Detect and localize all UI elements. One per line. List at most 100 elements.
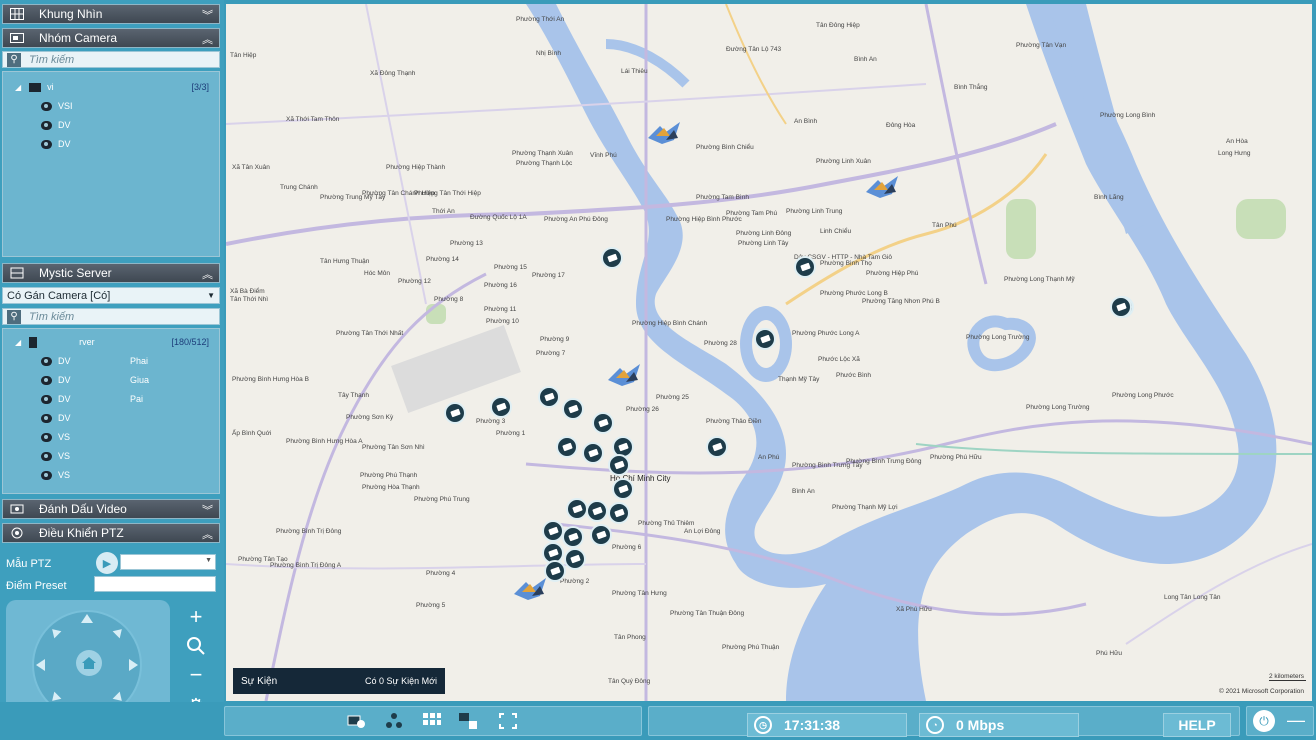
tree-item[interactable]: VS <box>41 468 70 482</box>
camera-marker[interactable] <box>556 436 578 458</box>
map-label: Ấp Bình Quới <box>232 430 272 437</box>
map-label: Phường 17 <box>532 272 565 279</box>
gauge-icon: ◔ <box>926 716 944 734</box>
camera-marker[interactable] <box>608 454 630 476</box>
arrow-left-icon[interactable] <box>36 659 45 671</box>
camera-marker[interactable] <box>566 498 588 520</box>
chevron-down-icon[interactable]: ︾ <box>202 502 213 518</box>
map-label: Phường Thạnh Mỹ Lợi <box>832 504 898 511</box>
view-tools-group <box>224 706 642 736</box>
tree-item[interactable]: DV Phai <box>41 354 148 368</box>
map-label: Lái Thiêu <box>621 68 648 75</box>
camera-cluster-icon[interactable] <box>864 172 900 200</box>
camera-icon <box>41 470 52 480</box>
arrow-up-left-icon[interactable] <box>48 625 62 639</box>
dropdown-arrow-icon[interactable]: ▼ <box>205 557 212 564</box>
tree-item[interactable]: DV <box>41 411 71 425</box>
cluster-icon[interactable] <box>383 711 405 731</box>
dropdown-arrow-icon[interactable]: ▼ <box>207 291 215 300</box>
tree-item[interactable]: VSI <box>41 99 73 113</box>
map-label: Phường Hiệp Thành <box>386 164 446 171</box>
arrow-up-icon[interactable] <box>81 614 93 623</box>
home-icon[interactable] <box>76 650 102 676</box>
tree-root-group[interactable]: ◢ vi <box>15 80 54 94</box>
camera-marker[interactable] <box>601 247 623 269</box>
camera-group-panel-header[interactable]: Nhóm Camera ︽ <box>2 28 220 48</box>
tree-item[interactable]: DV Pai <box>41 392 143 406</box>
camera-cluster-icon[interactable] <box>606 360 642 388</box>
ptz-panel-header[interactable]: Điều Khiển PTZ ︽ <box>2 523 220 543</box>
map-label: Xã Tân Xuân <box>232 164 270 171</box>
ptz-preset-input[interactable] <box>94 576 216 592</box>
map-label: Phường Hòa Thạnh <box>362 484 420 491</box>
camera-marker[interactable] <box>538 386 560 408</box>
camera-marker[interactable] <box>590 524 612 546</box>
camera-marker[interactable] <box>582 442 604 464</box>
camera-marker[interactable] <box>490 396 512 418</box>
zoom-out-icon[interactable]: − <box>184 664 208 686</box>
map-label: Tân Thới Nhì <box>230 296 269 303</box>
tree-item[interactable]: DV Giua <box>41 373 149 387</box>
camera-marker[interactable] <box>1110 296 1132 318</box>
view-panel-header[interactable]: Khung Nhìn ︾ <box>2 4 220 24</box>
video-bookmark-panel-header[interactable]: Đánh Dấu Video ︾ <box>2 499 220 519</box>
camera-marker[interactable] <box>564 548 586 570</box>
tree-item[interactable]: VS <box>41 449 70 463</box>
camera-search-input[interactable]: ⚲ Tìm kiếm <box>2 51 220 68</box>
camera-cluster-icon[interactable] <box>646 118 682 146</box>
camera-marker[interactable] <box>612 478 634 500</box>
arrow-up-right-icon[interactable] <box>112 625 126 639</box>
chevron-down-icon[interactable]: ︾ <box>202 7 213 23</box>
camera-marker[interactable] <box>542 520 564 542</box>
tree-item-suffix: Pai <box>130 394 144 404</box>
ptz-icon <box>9 526 25 540</box>
tree-item[interactable]: DV <box>41 137 71 151</box>
camera-icon <box>41 394 52 404</box>
map-label: Phường Hiệp Phú <box>866 270 919 277</box>
layout-select-icon[interactable] <box>457 711 479 731</box>
zoom-in-icon[interactable]: + <box>184 606 208 628</box>
camera-marker[interactable] <box>706 436 728 458</box>
camera-marker[interactable] <box>586 500 608 522</box>
camera-marker[interactable] <box>794 256 816 278</box>
map-label: Hóc Môn <box>364 270 391 277</box>
chevron-up-icon[interactable]: ︽ <box>202 266 213 282</box>
events-title: Sự Kiện <box>241 675 278 687</box>
window-controls: ⏻ — <box>1246 706 1314 736</box>
collapse-icon[interactable]: ◢ <box>15 83 21 92</box>
map-label: Tây Thạnh <box>338 392 369 399</box>
power-icon[interactable]: ⏻ <box>1253 710 1275 732</box>
camera-marker[interactable] <box>562 398 584 420</box>
camera-cluster-icon[interactable] <box>512 574 548 602</box>
camera-location-icon[interactable] <box>345 711 367 731</box>
arrow-right-icon[interactable] <box>129 659 138 671</box>
park-area <box>1236 199 1286 239</box>
map-label: An Hòa <box>1226 138 1248 145</box>
help-button[interactable]: HELP <box>1163 713 1231 737</box>
camera-marker[interactable] <box>754 328 776 350</box>
events-panel[interactable]: Sự Kiện Có 0 Sự Kiện Mới <box>233 668 445 694</box>
collapse-icon[interactable]: ◢ <box>15 338 21 347</box>
play-icon[interactable]: ▶ <box>96 552 118 574</box>
server-filter-select[interactable]: Có Gán Camera [Có] ▼ <box>2 287 220 304</box>
server-search-input[interactable]: ⚲ Tìm kiếm <box>2 308 220 325</box>
tree-item[interactable]: DV <box>41 118 71 132</box>
search-zoom-icon[interactable] <box>184 636 208 660</box>
tree-item[interactable]: VS <box>41 430 70 444</box>
fullscreen-icon[interactable] <box>497 711 519 731</box>
grid-layout-icon[interactable] <box>421 711 443 731</box>
camera-marker[interactable] <box>608 502 630 524</box>
ptz-pattern-select[interactable]: ▼ <box>120 554 216 570</box>
minimize-icon[interactable]: — <box>1285 710 1307 730</box>
map-label: An Phú <box>758 454 780 461</box>
server-panel-header[interactable]: Mystic Server ︽ <box>2 263 220 283</box>
camera-marker[interactable] <box>444 402 466 424</box>
map-view[interactable]: Phường Thới An Tân Đông Hiệp Phường Tân … <box>226 4 1312 701</box>
chevron-up-icon[interactable]: ︽ <box>202 31 213 47</box>
map-scale: 2 kilometers <box>1268 673 1306 681</box>
map-label: Phường Bình Trị Đông A <box>270 562 342 569</box>
tree-root-server[interactable]: ◢ rver <box>15 335 95 349</box>
camera-marker[interactable] <box>562 526 584 548</box>
camera-marker[interactable] <box>592 412 614 434</box>
chevron-up-icon[interactable]: ︽ <box>202 526 213 542</box>
